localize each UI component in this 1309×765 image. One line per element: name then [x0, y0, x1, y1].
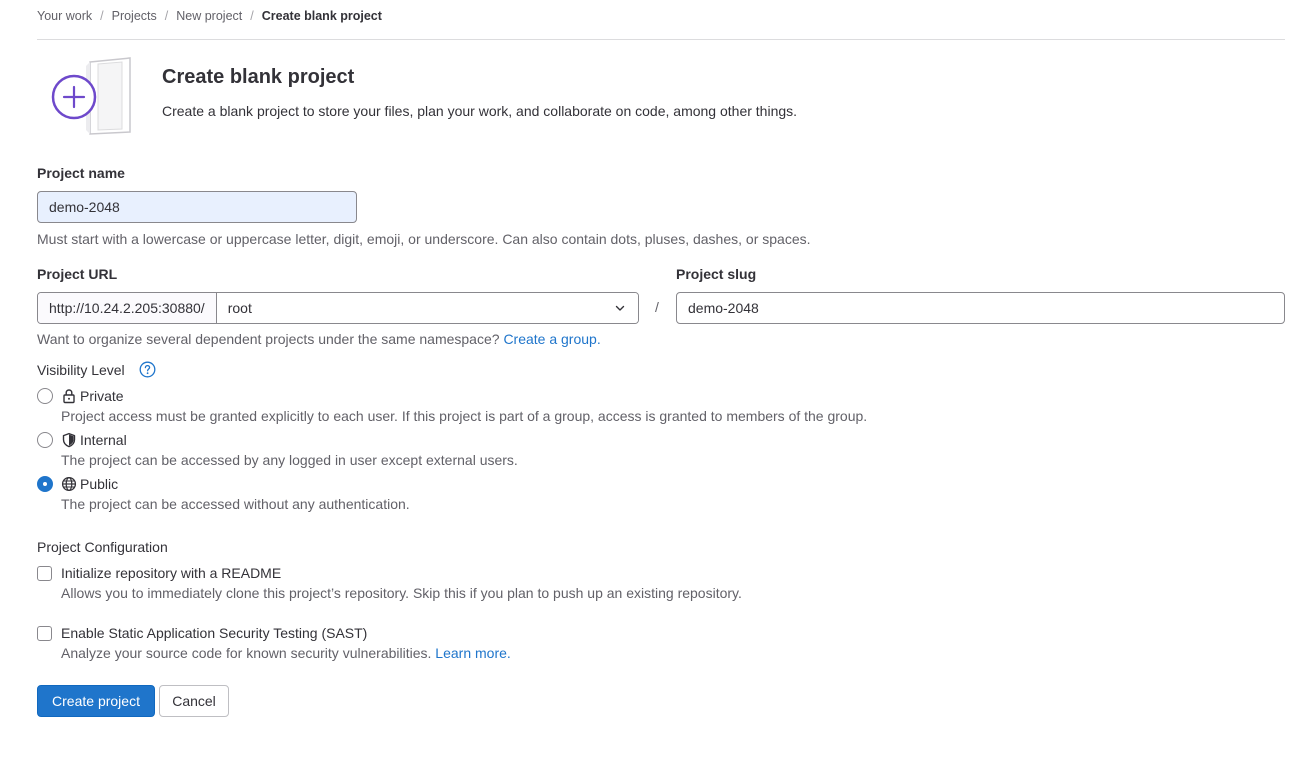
sast-option[interactable]: Enable Static Application Security Testi… — [37, 624, 367, 642]
project-name-input[interactable] — [37, 191, 357, 223]
create-project-page: Your work / Projects / New project / Cre… — [0, 0, 1309, 765]
sast-learn-more-link[interactable]: Learn more. — [435, 645, 510, 661]
cancel-button[interactable]: Cancel — [159, 685, 229, 717]
url-separator: / — [655, 299, 659, 315]
project-url-group: http://10.24.2.205:30880/ root — [37, 292, 639, 324]
page-title: Create blank project — [162, 66, 355, 88]
private-label: Private — [80, 388, 124, 404]
sast-description-text: Analyze your source code for known secur… — [61, 645, 432, 661]
private-radio[interactable] — [37, 388, 53, 404]
create-group-link[interactable]: Create a group. — [503, 331, 600, 347]
globe-icon — [61, 476, 77, 492]
readme-description: Allows you to immediately clone this pro… — [61, 585, 742, 601]
blank-project-plus-icon — [51, 57, 131, 135]
breadcrumb-current: Create blank project — [261, 9, 382, 23]
create-project-button[interactable]: Create project — [37, 685, 155, 717]
question-circle-icon[interactable] — [139, 361, 156, 378]
internal-label: Internal — [80, 432, 127, 448]
breadcrumb-new-project[interactable]: New project — [176, 9, 242, 23]
breadcrumb: Your work / Projects / New project / Cre… — [37, 7, 382, 25]
visibility-option-internal[interactable]: Internal — [37, 431, 127, 449]
breadcrumb-separator: / — [164, 9, 169, 23]
configuration-label: Project Configuration — [37, 539, 168, 555]
public-radio[interactable] — [37, 476, 53, 492]
breadcrumb-your-work[interactable]: Your work — [37, 9, 92, 23]
project-url-label: Project URL — [37, 266, 118, 282]
readme-label: Initialize repository with a README — [61, 565, 282, 581]
internal-radio[interactable] — [37, 432, 53, 448]
project-slug-input[interactable] — [676, 292, 1285, 324]
namespace-value: root — [227, 300, 252, 316]
readme-checkbox[interactable] — [37, 565, 52, 581]
group-help-text: Want to organize several dependent proje… — [37, 331, 500, 347]
lock-icon — [61, 388, 77, 404]
private-description: Project access must be granted explicitl… — [61, 408, 868, 424]
project-url-prefix: http://10.24.2.205:30880/ — [38, 293, 217, 323]
project-name-help: Must start with a lowercase or uppercase… — [37, 231, 811, 247]
sast-description: Analyze your source code for known secur… — [61, 645, 511, 661]
chevron-down-icon — [615, 305, 625, 311]
public-label: Public — [80, 476, 119, 492]
namespace-select[interactable]: root — [216, 293, 638, 323]
sast-checkbox[interactable] — [37, 625, 52, 641]
readme-option[interactable]: Initialize repository with a README — [37, 564, 281, 582]
visibility-option-private[interactable]: Private — [37, 387, 124, 405]
breadcrumb-separator: / — [100, 9, 104, 23]
project-name-label: Project name — [37, 165, 125, 181]
visibility-option-public[interactable]: Public — [37, 475, 118, 493]
sast-label: Enable Static Application Security Testi… — [61, 625, 368, 641]
breadcrumb-separator: / — [250, 9, 254, 23]
visibility-label: Visibility Level — [37, 362, 125, 378]
project-slug-label: Project slug — [676, 266, 757, 282]
page-description: Create a blank project to store your fil… — [162, 103, 798, 119]
header-divider — [37, 39, 1285, 40]
shield-icon — [61, 432, 77, 448]
breadcrumb-projects[interactable]: Projects — [112, 9, 157, 23]
internal-description: The project can be accessed by any logge… — [61, 452, 518, 468]
public-description: The project can be accessed without any … — [61, 496, 410, 512]
group-help: Want to organize several dependent proje… — [37, 331, 601, 347]
